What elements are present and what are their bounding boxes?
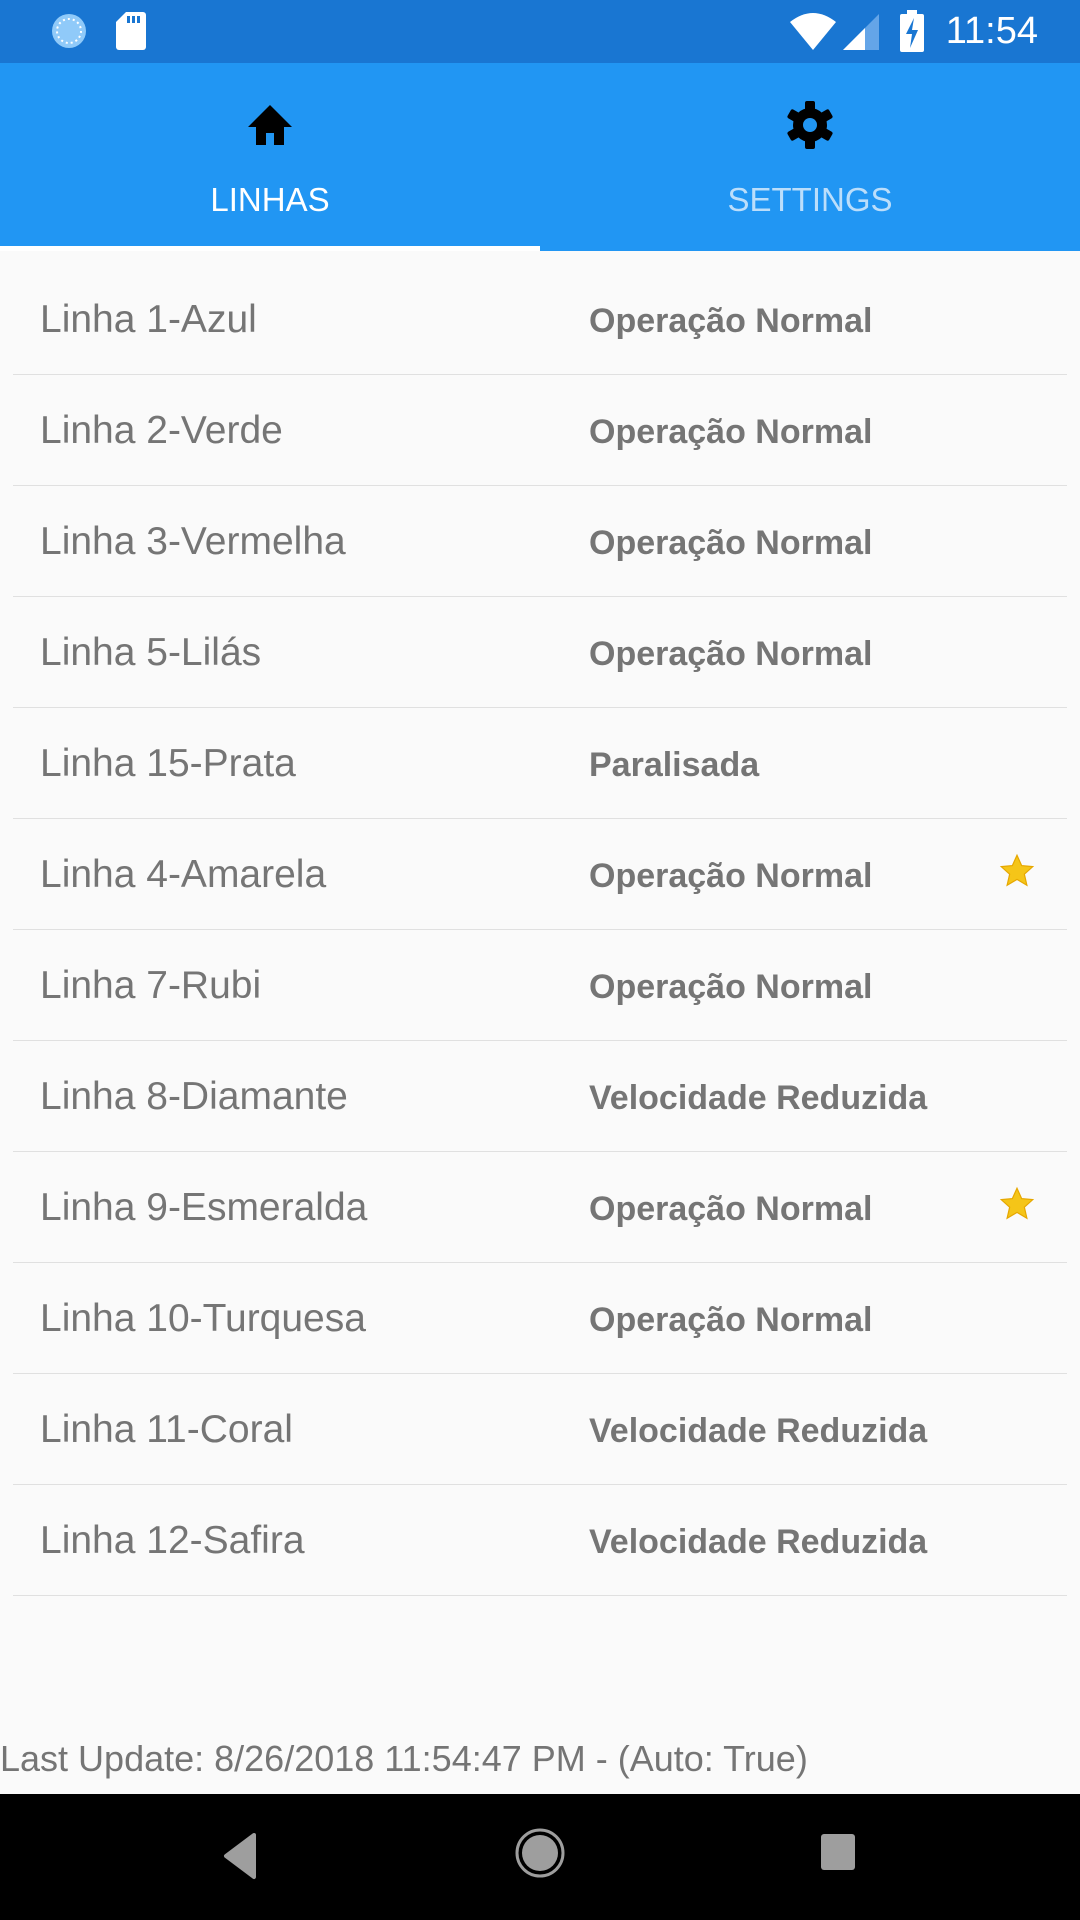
line-row[interactable]: Linha 10-Turquesa Operação Normal — [13, 1263, 1067, 1374]
back-icon[interactable] — [222, 1831, 258, 1881]
signal-icon — [843, 14, 879, 50]
line-status: Operação Normal — [589, 968, 873, 1006]
clock: 11:54 — [945, 10, 1038, 52]
battery-charging-icon — [900, 10, 924, 52]
line-row[interactable]: Linha 4-Amarela Operação Normal — [13, 819, 1067, 930]
line-name: Linha 3-Vermelha — [40, 520, 346, 563]
line-status: Velocidade Reduzida — [589, 1523, 928, 1561]
line-row[interactable]: Linha 15-Prata Paralisada — [13, 708, 1067, 819]
line-name: Linha 4-Amarela — [40, 853, 327, 896]
line-name: Linha 5-Lilás — [40, 631, 262, 674]
line-name: Linha 2-Verde — [40, 409, 283, 452]
active-tab-indicator — [0, 246, 540, 251]
favorite-star-icon[interactable] — [999, 1186, 1035, 1222]
line-row[interactable]: Linha 1-Azul Operação Normal — [13, 264, 1067, 375]
navigation-bar — [0, 1794, 1080, 1920]
tab-settings[interactable]: SETTINGS — [540, 63, 1080, 251]
line-status: Paralisada — [589, 746, 760, 784]
status-bar: 11:54 — [0, 0, 1080, 63]
line-status: Operação Normal — [589, 413, 873, 451]
line-name: Linha 11-Coral — [40, 1408, 293, 1451]
line-name: Linha 7-Rubi — [40, 964, 262, 1007]
line-name: Linha 12-Safira — [40, 1519, 305, 1562]
line-name: Linha 8-Diamante — [40, 1075, 348, 1118]
line-name: Linha 10-Turquesa — [40, 1297, 366, 1340]
sd-card-icon — [116, 12, 146, 50]
home-icon — [248, 105, 292, 145]
line-name: Linha 1-Azul — [40, 298, 257, 341]
tab-settings-label: SETTINGS — [727, 181, 893, 218]
line-row[interactable]: Linha 8-Diamante Velocidade Reduzida — [13, 1041, 1067, 1152]
favorite-star-icon[interactable] — [999, 853, 1035, 889]
wifi-icon — [790, 13, 836, 50]
recents-icon[interactable] — [821, 1834, 855, 1870]
tab-linhas-label: LINHAS — [210, 181, 330, 218]
line-row[interactable]: Linha 3-Vermelha Operação Normal — [13, 486, 1067, 597]
last-update-text: Last Update: 8/26/2018 11:54:47 PM - (Au… — [0, 1738, 808, 1779]
line-status: Velocidade Reduzida — [589, 1079, 928, 1117]
line-row[interactable]: Linha 5-Lilás Operação Normal — [13, 597, 1067, 708]
gear-icon — [787, 101, 833, 149]
tab-linhas[interactable]: LINHAS — [0, 63, 540, 251]
line-status: Operação Normal — [589, 524, 873, 562]
home-nav-icon[interactable] — [514, 1827, 566, 1879]
line-row[interactable]: Linha 9-Esmeralda Operação Normal — [13, 1152, 1067, 1263]
line-status: Operação Normal — [589, 1190, 873, 1228]
lines-list[interactable]: Linha 1-Azul Operação Normal Linha 2-Verde… — [0, 264, 1080, 1596]
line-name: Linha 9-Esmeralda — [40, 1186, 368, 1229]
sync-icon — [52, 14, 86, 48]
line-row[interactable]: Linha 11-Coral Velocidade Reduzida — [13, 1374, 1067, 1485]
line-name: Linha 15-Prata — [40, 742, 296, 785]
line-status: Operação Normal — [589, 857, 873, 895]
tab-bar: LINHAS SETTINGS — [0, 63, 1080, 251]
line-status: Velocidade Reduzida — [589, 1412, 928, 1450]
line-row[interactable]: Linha 7-Rubi Operação Normal — [13, 930, 1067, 1041]
line-row[interactable]: Linha 12-Safira Velocidade Reduzida — [13, 1485, 1067, 1596]
line-status: Operação Normal — [589, 302, 873, 340]
line-status: Operação Normal — [589, 635, 873, 673]
line-status: Operação Normal — [589, 1301, 873, 1339]
line-row[interactable]: Linha 2-Verde Operação Normal — [13, 375, 1067, 486]
